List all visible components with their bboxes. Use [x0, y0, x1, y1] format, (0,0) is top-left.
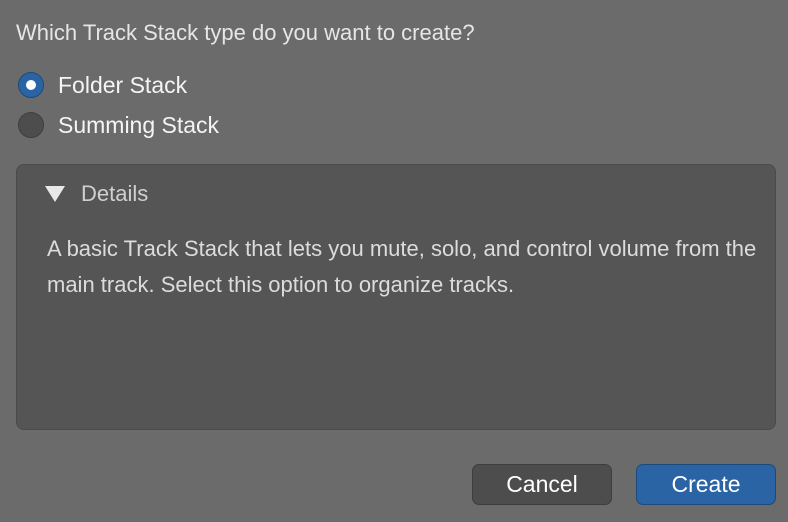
details-description: A basic Track Stack that lets you mute, …: [47, 236, 757, 297]
details-label: Details: [81, 181, 149, 206]
dialog-question: Which Track Stack type do you want to cr…: [16, 20, 475, 45]
radio-label: Folder Stack: [58, 71, 188, 98]
radio-folder-stack[interactable]: Folder Stack: [18, 71, 187, 99]
radio-label: Summing Stack: [58, 111, 220, 138]
radio-unselected-icon[interactable]: [18, 112, 44, 138]
create-button[interactable]: Create: [636, 464, 776, 505]
disclosure-triangle-icon[interactable]: [45, 186, 65, 202]
details-disclosure[interactable]: Details: [45, 181, 148, 207]
radio-summing-stack[interactable]: Summing Stack: [18, 111, 219, 139]
cancel-button[interactable]: Cancel: [472, 464, 612, 505]
details-panel: Details A basic Track Stack that lets yo…: [16, 164, 776, 430]
radio-selected-icon[interactable]: [18, 72, 44, 98]
